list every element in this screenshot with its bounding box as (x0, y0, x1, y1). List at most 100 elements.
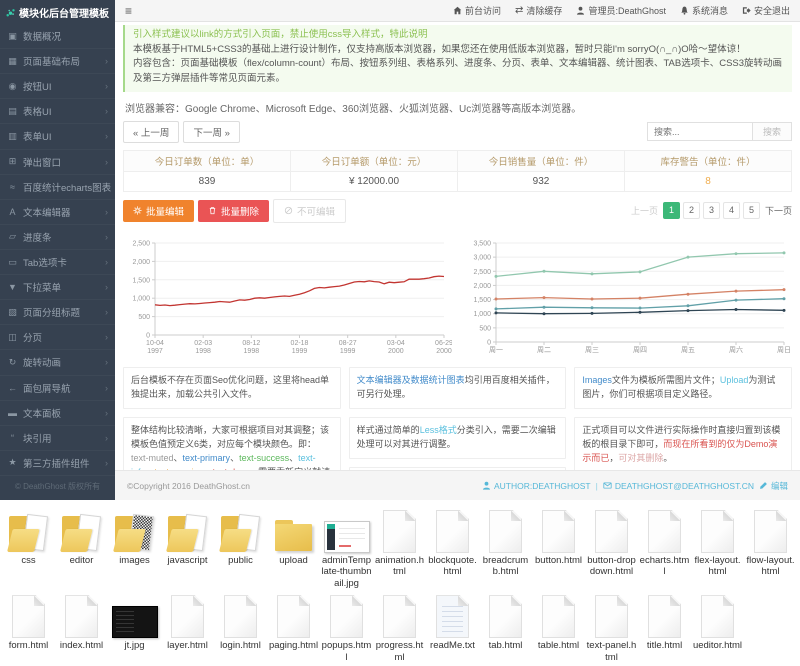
batch-edit-button[interactable]: 批量编辑 (123, 200, 194, 222)
pagination-page-2[interactable]: 2 (683, 202, 700, 219)
sidebar-item-2[interactable]: ▦页面基础布局› (0, 49, 115, 74)
file-item[interactable]: breadcrumb.html (479, 505, 532, 589)
tab-icon: ▭ (7, 257, 18, 268)
text-segment: Less格式 (420, 425, 457, 435)
sidebar-item-9[interactable]: ▱进度条› (0, 225, 115, 250)
text-panel-right-1: Images文件为模板所需图片文件；Upload为测试图片，你们可根据项目定义路… (574, 367, 792, 409)
sidebar-item-16[interactable]: ▬文本面板› (0, 401, 115, 426)
svg-text:3,500: 3,500 (473, 240, 491, 247)
file-item[interactable]: jt.jpg (108, 590, 161, 663)
nav-item-5[interactable]: 安全退出 (742, 4, 790, 17)
sidebar-item-14[interactable]: ↻旋转动画› (0, 350, 115, 375)
file-row-2: form.html index.html jt.jpglayer.htmllogin… (2, 590, 798, 663)
file-item[interactable]: editor (55, 505, 108, 589)
sidebar-item-3[interactable]: ◉按钮UI› (0, 74, 115, 99)
user-icon (576, 6, 585, 15)
svg-text:08-27: 08-27 (339, 340, 357, 347)
file-name: index.html (59, 640, 104, 651)
file-item[interactable]: flow-layout.html (744, 505, 797, 589)
nav-item-3[interactable]: 管理员:DeathGhost (576, 4, 666, 17)
sidebar-item-8[interactable]: A文本编辑器› (0, 200, 115, 225)
pagination-page-3[interactable]: 3 (703, 202, 720, 219)
sidebar-item-13[interactable]: ◫分页› (0, 325, 115, 350)
file-item[interactable]: readMe.txt (426, 590, 479, 663)
sidebar-item-7[interactable]: ≈百度统计echarts图表› (0, 175, 115, 200)
sidebar-item-6[interactable]: ⊞弹出窗口› (0, 150, 115, 175)
file-item[interactable]: css (2, 505, 55, 589)
file-item[interactable]: blockquote.html (426, 505, 479, 589)
sidebar-item-4[interactable]: ▤表格UI› (0, 99, 115, 124)
file-item[interactable]: adminTemplate-thumbnail.jpg (320, 505, 373, 589)
file-item[interactable]: layer.html (161, 590, 214, 663)
refresh-icon: ⇄ (515, 5, 523, 16)
file-item[interactable]: public (214, 505, 267, 589)
file-item[interactable]: progress.html (373, 590, 426, 663)
nav-item-2[interactable]: ⇄清除缓存 (515, 4, 562, 17)
file-item[interactable]: javascript (161, 505, 214, 589)
footer-link-3[interactable]: 编辑 (759, 480, 788, 492)
chevron-right-icon: › (105, 257, 108, 267)
svg-text:周四: 周四 (633, 346, 647, 354)
svg-text:1,500: 1,500 (473, 297, 491, 304)
text-segment: 文本编辑器及数据统计图表 (357, 375, 465, 385)
batch-delete-button[interactable]: 批量删除 (198, 200, 269, 222)
next-week-button[interactable]: 下一周 » (183, 121, 239, 143)
sidebar-item-18[interactable]: ★第三方插件组件› (0, 451, 115, 476)
file-row-1: csseditorimages javascript publicuploadadm… (2, 505, 798, 589)
pagination-prev[interactable]: 上一页 (631, 204, 658, 217)
menu-toggle-icon[interactable]: ≡ (125, 4, 132, 18)
sidebar-item-11[interactable]: ▼下拉菜单› (0, 275, 115, 300)
text-file-icon (436, 595, 469, 638)
file-icon-box (165, 505, 211, 553)
file-item[interactable]: title.html (638, 590, 691, 663)
file-name: popups.html (320, 640, 373, 663)
file-item[interactable]: login.html (214, 590, 267, 663)
file-item[interactable]: index.html (55, 590, 108, 663)
svg-text:周五: 周五 (681, 346, 695, 354)
sidebar-item-5[interactable]: ▥表单UI› (0, 124, 115, 149)
sidebar-item-10[interactable]: ▭Tab选项卡› (0, 250, 115, 275)
footer-link-1[interactable]: AUTHOR:DEATHGHOST (482, 481, 591, 491)
sidebar-item-15[interactable]: ←面包屑导航› (0, 376, 115, 401)
pagination: 上一页 12345 下一页 (631, 202, 792, 219)
file-icon-box (436, 590, 469, 638)
spinner-icon: ↻ (7, 357, 18, 368)
file-item[interactable]: tab.html (479, 590, 532, 663)
weekly-series-chart: 05001,0001,5002,0002,5003,0003,500周一周二周三… (464, 238, 792, 356)
file-item[interactable]: upload (267, 505, 320, 589)
prev-week-button[interactable]: « 上一周 (123, 121, 179, 143)
sidebar-item-12[interactable]: ▨页面分组标题› (0, 300, 115, 325)
file-item[interactable]: popups.html (320, 590, 373, 663)
sidebar-item-1[interactable]: ▣数据概况 (0, 24, 115, 49)
svg-text:周三: 周三 (585, 346, 599, 354)
search-button[interactable]: 搜索 (752, 122, 792, 141)
nav-item-4[interactable]: 系统消息 (680, 4, 728, 17)
pagination-page-5[interactable]: 5 (743, 202, 760, 219)
file-icon-box (59, 505, 105, 553)
file-item[interactable]: paging.html (267, 590, 320, 663)
nav-item-label: 前台访问 (465, 4, 501, 17)
pagination-page-4[interactable]: 4 (723, 202, 740, 219)
batch-edit-label: 批量编辑 (146, 204, 184, 218)
pagination-page-1[interactable]: 1 (663, 202, 680, 219)
file-item[interactable]: animation.html (373, 505, 426, 589)
chart-series-trend (155, 276, 444, 306)
text-segment: 整体结构比较清晰，大家可根据项目对其调整；该模板色值预定义6类，对应每个模块颜色… (131, 425, 329, 449)
file-item[interactable]: button.html (532, 505, 585, 589)
sidebar-item-17[interactable]: “块引用› (0, 426, 115, 451)
file-item[interactable]: echarts.html (638, 505, 691, 589)
file-item[interactable]: flex-layout.html (691, 505, 744, 589)
folder-icon (218, 513, 264, 553)
file-item[interactable]: form.html (2, 590, 55, 663)
file-item[interactable]: images (108, 505, 161, 589)
footer-link-2[interactable]: DEATHGHOST@DEATHGHOST.CN (603, 481, 754, 491)
search-input[interactable] (647, 122, 752, 141)
file-item[interactable]: text-panel.html (585, 590, 638, 663)
chevron-right-icon: › (105, 207, 108, 217)
nav-item-1[interactable]: 前台访问 (453, 4, 501, 17)
file-item[interactable]: ueditor.html (691, 590, 744, 663)
file-item[interactable]: table.html (532, 590, 585, 663)
file-item[interactable]: button-dropdown.html (585, 505, 638, 589)
pagination-next[interactable]: 下一页 (765, 204, 792, 217)
file-name: javascript (166, 555, 208, 566)
